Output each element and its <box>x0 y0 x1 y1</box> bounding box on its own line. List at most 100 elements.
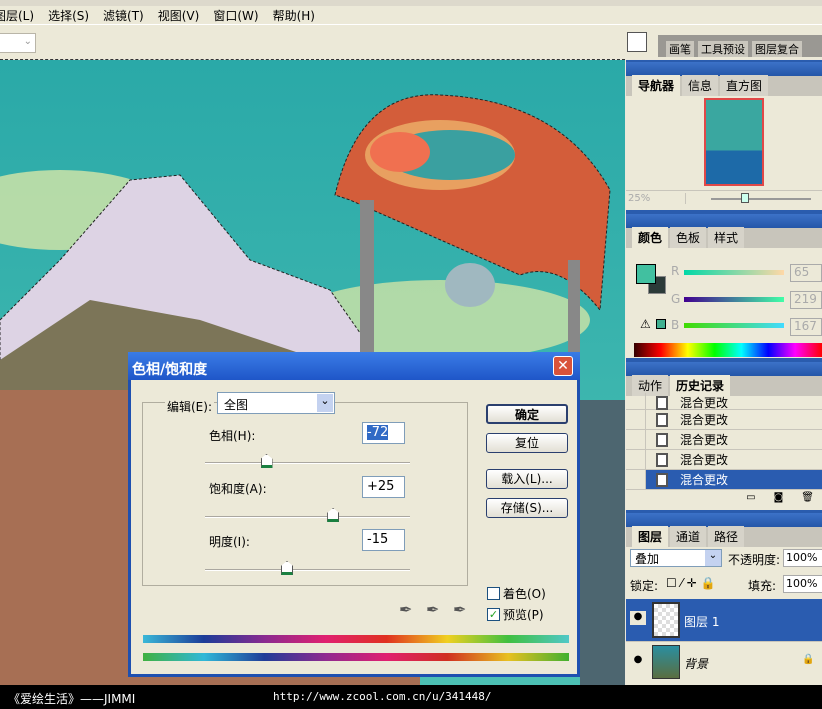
load-button[interactable]: 载入(L)... <box>486 469 568 489</box>
history-item[interactable]: 混合更改 <box>626 393 822 412</box>
caption-url: http://www.zcool.com.cn/u/341448/ <box>273 690 492 703</box>
tab-navigator[interactable]: 导航器 <box>632 75 681 96</box>
tab-history[interactable]: 历史记录 <box>670 375 731 396</box>
trash-icon[interactable]: 🗑 <box>801 492 814 506</box>
menu-bar: 图层(L) 选择(S) 滤镜(T) 视图(V) 窗口(W) 帮助(H) <box>0 6 822 24</box>
menu-view[interactable]: 视图(V) <box>158 7 200 24</box>
caption-bar: 《爱绘生活》——JIMMI http://www.zcool.com.cn/u/… <box>0 685 822 709</box>
tab-channels[interactable]: 通道 <box>670 526 707 547</box>
colorize-checkbox[interactable]: 着色(O) <box>487 585 546 602</box>
slider-b[interactable] <box>684 323 784 328</box>
well-tab-layer-comps[interactable]: 图层复合 <box>752 41 802 57</box>
hue-slider[interactable] <box>205 462 410 464</box>
value-r[interactable]: 65 <box>790 264 822 282</box>
eyedropper-icon[interactable]: ✒ <box>399 600 412 619</box>
snapshot-icon[interactable]: ◙ <box>774 492 784 506</box>
hue-label: 色相(H): <box>209 429 256 443</box>
label-b: B <box>671 318 680 332</box>
blend-mode-select[interactable]: 叠加 ⌄ <box>630 549 722 567</box>
history-item[interactable]: 混合更改 <box>626 450 822 470</box>
eyedropper-plus-icon[interactable]: ✒ <box>426 600 439 619</box>
layer-name: 背景 <box>684 657 709 671</box>
palette-well: 画笔 工具预设 图层复合 <box>658 35 822 57</box>
history-item-label: 混合更改 <box>680 396 729 410</box>
slider-g[interactable] <box>684 297 784 302</box>
menu-filter[interactable]: 滤镜(T) <box>103 7 144 24</box>
value-g[interactable]: 219 <box>790 291 822 309</box>
edit-group <box>142 402 468 586</box>
tab-info[interactable]: 信息 <box>682 75 719 96</box>
history-item[interactable]: 混合更改 <box>626 410 822 430</box>
ok-button[interactable]: 确定 <box>486 404 568 424</box>
layer-name: 图层 1 <box>684 615 720 629</box>
history-state-icon <box>656 432 668 447</box>
foreground-color-swatch[interactable] <box>636 264 656 284</box>
menu-help[interactable]: 帮助(H) <box>273 7 315 24</box>
saturation-slider[interactable] <box>205 516 410 518</box>
preview-checkbox[interactable]: ✓ 预览(P) <box>487 606 544 623</box>
history-item-current[interactable]: 混合更改 <box>626 470 822 490</box>
hue-saturation-dialog: 色相/饱和度 ✕ 编辑(E): 全图 ⌄ 色相(H): -72 饱和度(A): +… <box>128 352 580 677</box>
edit-select[interactable]: 全图 ⌄ <box>217 392 335 414</box>
well-tab-tool-presets[interactable]: 工具预设 <box>698 41 748 57</box>
lightness-input[interactable]: -15 <box>362 529 405 551</box>
options-bar: ⌄ 画笔 工具预设 图层复合 <box>0 24 822 59</box>
saturation-input[interactable]: +25 <box>362 476 405 498</box>
output-color-bar <box>143 653 569 661</box>
close-button[interactable]: ✕ <box>553 356 573 376</box>
layer-row-background[interactable]: ● 背景 🔒 <box>626 641 822 681</box>
saturation-label: 饱和度(A): <box>209 482 267 496</box>
history-item[interactable]: 混合更改 <box>626 430 822 450</box>
history-titlebar <box>626 362 822 376</box>
zoom-slider[interactable] <box>711 192 811 203</box>
eye-icon[interactable]: ● <box>630 654 646 668</box>
slider-r[interactable] <box>684 270 784 275</box>
blend-mode-value: 叠加 <box>635 552 660 566</box>
color-spectrum[interactable] <box>634 343 822 357</box>
fill-input[interactable]: 100% <box>783 575 822 593</box>
save-button[interactable]: 存储(S)... <box>486 498 568 518</box>
tab-paths[interactable]: 路径 <box>708 526 745 547</box>
history-item-label: 混合更改 <box>680 433 729 447</box>
gamut-warning-icon[interactable]: ⚠ <box>640 317 651 331</box>
lightness-slider[interactable] <box>205 569 410 571</box>
options-combo[interactable]: ⌄ <box>0 33 36 53</box>
input-color-bar <box>143 635 569 643</box>
layer-row-1[interactable]: ● 图层 1 <box>626 599 822 641</box>
menu-layer[interactable]: 图层(L) <box>0 7 34 24</box>
panels-column: 导航器 信息 直方图 25% 颜色 色板 样式 ⚠ R G B 65 219 167 动… <box>626 60 822 697</box>
hue-input[interactable]: -72 <box>362 422 405 444</box>
history-state-icon <box>656 452 668 467</box>
layer-thumbnail <box>652 645 680 679</box>
new-document-icon[interactable]: ▭ <box>746 492 755 506</box>
menu-window[interactable]: 窗口(W) <box>213 7 258 24</box>
reset-button[interactable]: 复位 <box>486 433 568 453</box>
history-state-icon <box>656 472 668 487</box>
tab-histogram[interactable]: 直方图 <box>720 75 769 96</box>
history-item-label: 混合更改 <box>680 453 729 467</box>
history-item-label: 混合更改 <box>680 473 729 487</box>
eye-icon[interactable]: ● <box>630 611 646 625</box>
eyedropper-minus-icon[interactable]: ✒ <box>453 600 466 619</box>
tab-color[interactable]: 颜色 <box>632 227 669 248</box>
layers-titlebar <box>626 513 822 527</box>
value-b[interactable]: 167 <box>790 318 822 336</box>
lock-icons[interactable]: ☐⁄✛🔒 <box>666 576 720 590</box>
well-tab-brushes[interactable]: 画笔 <box>666 41 694 57</box>
palette-well-icon[interactable] <box>627 32 647 52</box>
tab-layers[interactable]: 图层 <box>632 526 669 547</box>
navigator-thumbnail[interactable] <box>704 98 764 186</box>
layer-thumbnail <box>652 602 680 638</box>
opacity-input[interactable]: 100% <box>783 549 822 567</box>
navigator-titlebar <box>626 62 822 76</box>
label-g: G <box>671 292 681 306</box>
colorize-label: 着色(O) <box>503 587 546 601</box>
navigator-zoom[interactable]: 25% <box>626 193 686 204</box>
color-titlebar <box>626 214 822 228</box>
tab-swatches[interactable]: 色板 <box>670 227 707 248</box>
lock-icon: 🔒 <box>802 654 815 665</box>
label-r: R <box>671 264 680 278</box>
tab-styles[interactable]: 样式 <box>708 227 745 248</box>
menu-select[interactable]: 选择(S) <box>48 7 89 24</box>
gamut-swatch[interactable] <box>656 319 666 329</box>
